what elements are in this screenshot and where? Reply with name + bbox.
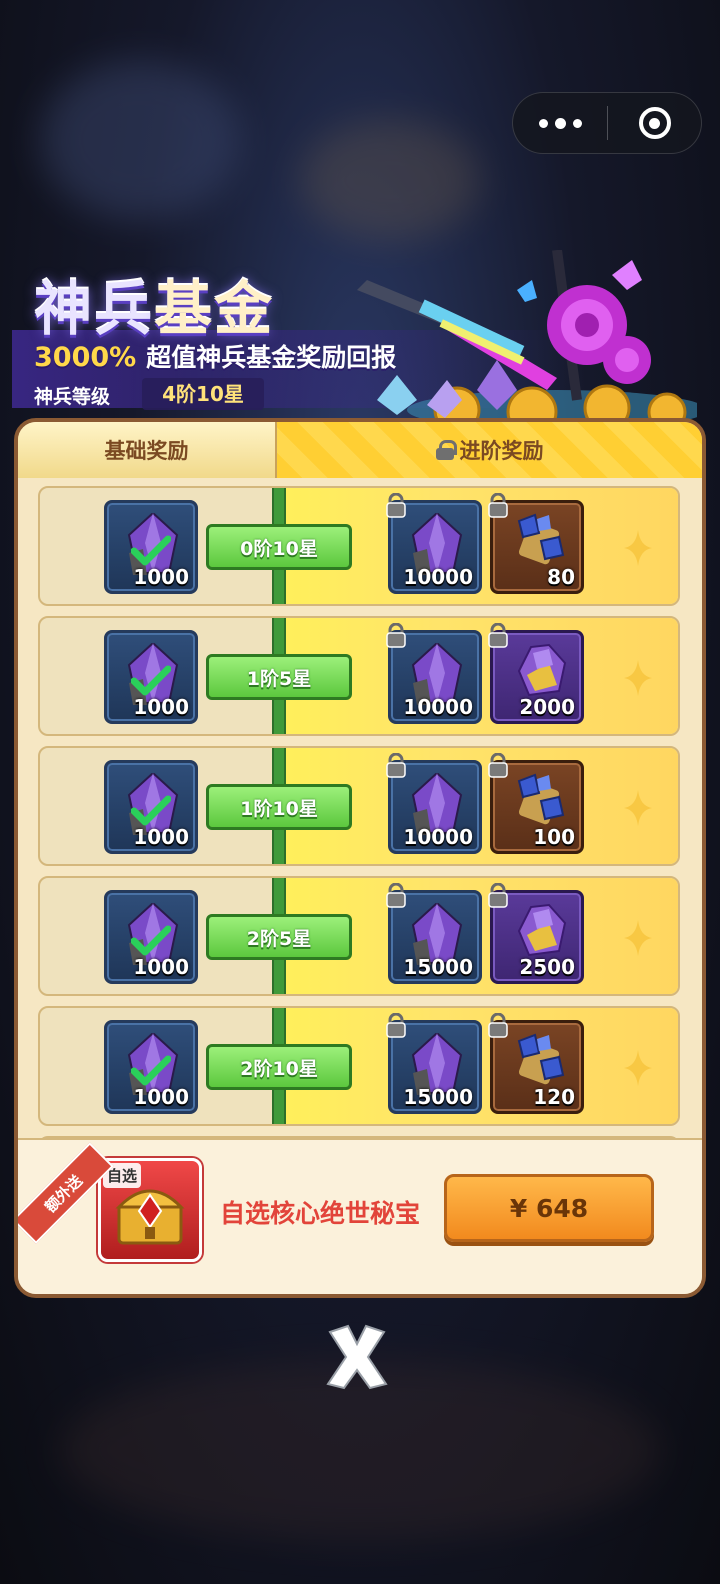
item-quantity: 100 <box>533 825 575 849</box>
reward-row: 1000 1阶5星 10000 2000 <box>38 616 680 736</box>
item-quantity: 1000 <box>133 695 189 719</box>
advanced-reward-item[interactable]: 10000 <box>386 753 482 854</box>
item-quantity: 1000 <box>133 955 189 979</box>
reward-panel: 基础奖励 进阶奖励 1000 0阶10星 10000 80 1000 1阶5星 … <box>14 418 706 1298</box>
item-quantity: 1000 <box>133 825 189 849</box>
item-quantity: 10000 <box>403 695 473 719</box>
basic-reward-item[interactable]: 1000 <box>104 1020 198 1114</box>
level-tag: 1阶10星 <box>206 784 352 830</box>
advanced-reward-item[interactable]: 100 <box>488 753 584 854</box>
reward-row: 1000 1阶10星 10000 100 <box>38 746 680 866</box>
reward-row: 1000 2阶10星 15000 120 <box>38 1006 680 1126</box>
banner-subtitle: 3000% 超值神兵基金奖励回报 <box>34 342 397 373</box>
background-blur <box>40 60 240 220</box>
page-title: 神兵基金 <box>34 275 275 343</box>
reward-row: 1000 2阶5星 15000 2500 <box>38 876 680 996</box>
item-quantity: 15000 <box>403 955 473 979</box>
level-tag: 2阶10星 <box>206 1044 352 1090</box>
weapon-level-label: 神兵等级 <box>34 386 111 408</box>
divine-weapon-art <box>357 250 697 420</box>
close-circle-icon[interactable] <box>608 107 701 139</box>
tab-basic-label: 基础奖励 <box>104 439 189 463</box>
advanced-reward-item[interactable]: 10000 <box>386 493 482 594</box>
level-tag: 2阶5星 <box>206 914 352 960</box>
basic-reward-item[interactable]: 1000 <box>104 760 198 854</box>
tab-basic-rewards[interactable]: 基础奖励 <box>18 422 277 478</box>
basic-reward-item[interactable]: 1000 <box>104 890 198 984</box>
item-quantity: 120 <box>533 1085 575 1109</box>
advanced-reward-item[interactable]: 2500 <box>488 883 584 984</box>
fund-banner: 神兵基金 3000% 超值神兵基金奖励回报 神兵等级 4阶10星 <box>12 230 708 420</box>
close-icon[interactable] <box>322 1322 392 1392</box>
basic-reward-item[interactable]: 1000 <box>104 500 198 594</box>
buy-button[interactable]: ¥ 648 <box>444 1174 654 1242</box>
miniprogram-capsule <box>512 92 702 154</box>
bonus-offer: 自选 额外送 自选核心绝世秘宝 ¥ 648 <box>18 1138 702 1294</box>
item-quantity: 2000 <box>519 695 575 719</box>
advanced-reward-item[interactable]: 10000 <box>386 623 482 724</box>
reward-list[interactable]: 1000 0阶10星 10000 80 1000 1阶5星 10000 2000… <box>18 478 702 1138</box>
item-quantity: 10000 <box>403 565 473 589</box>
offer-description: 自选核心绝世秘宝 <box>220 1199 421 1228</box>
more-dots-icon[interactable] <box>513 93 607 153</box>
advanced-reward-item[interactable]: 2000 <box>488 623 584 724</box>
item-quantity: 15000 <box>403 1085 473 1109</box>
lock-icon <box>435 440 457 460</box>
level-tag: 1阶5星 <box>206 654 352 700</box>
treasure-chest-item[interactable]: 自选 <box>98 1158 202 1262</box>
item-quantity: 2500 <box>519 955 575 979</box>
basic-reward-item[interactable]: 1000 <box>104 630 198 724</box>
tab-advanced-rewards[interactable]: 进阶奖励 <box>277 422 702 478</box>
item-quantity: 10000 <box>403 825 473 849</box>
advanced-reward-item[interactable]: 120 <box>488 1013 584 1114</box>
tab-advanced-label: 进阶奖励 <box>459 439 544 463</box>
weapon-level-value: 4阶10星 <box>142 378 264 410</box>
level-tag: 0阶10星 <box>206 524 352 570</box>
advanced-reward-item[interactable]: 80 <box>488 493 584 594</box>
advanced-reward-item[interactable]: 15000 <box>386 883 482 984</box>
reward-tabs: 基础奖励 进阶奖励 <box>18 422 702 478</box>
item-quantity: 80 <box>547 565 575 589</box>
advanced-reward-item[interactable]: 15000 <box>386 1013 482 1114</box>
item-quantity: 1000 <box>133 1085 189 1109</box>
item-quantity: 1000 <box>133 565 189 589</box>
reward-row: 1000 0阶10星 10000 80 <box>38 486 680 606</box>
background-blur <box>300 120 480 240</box>
